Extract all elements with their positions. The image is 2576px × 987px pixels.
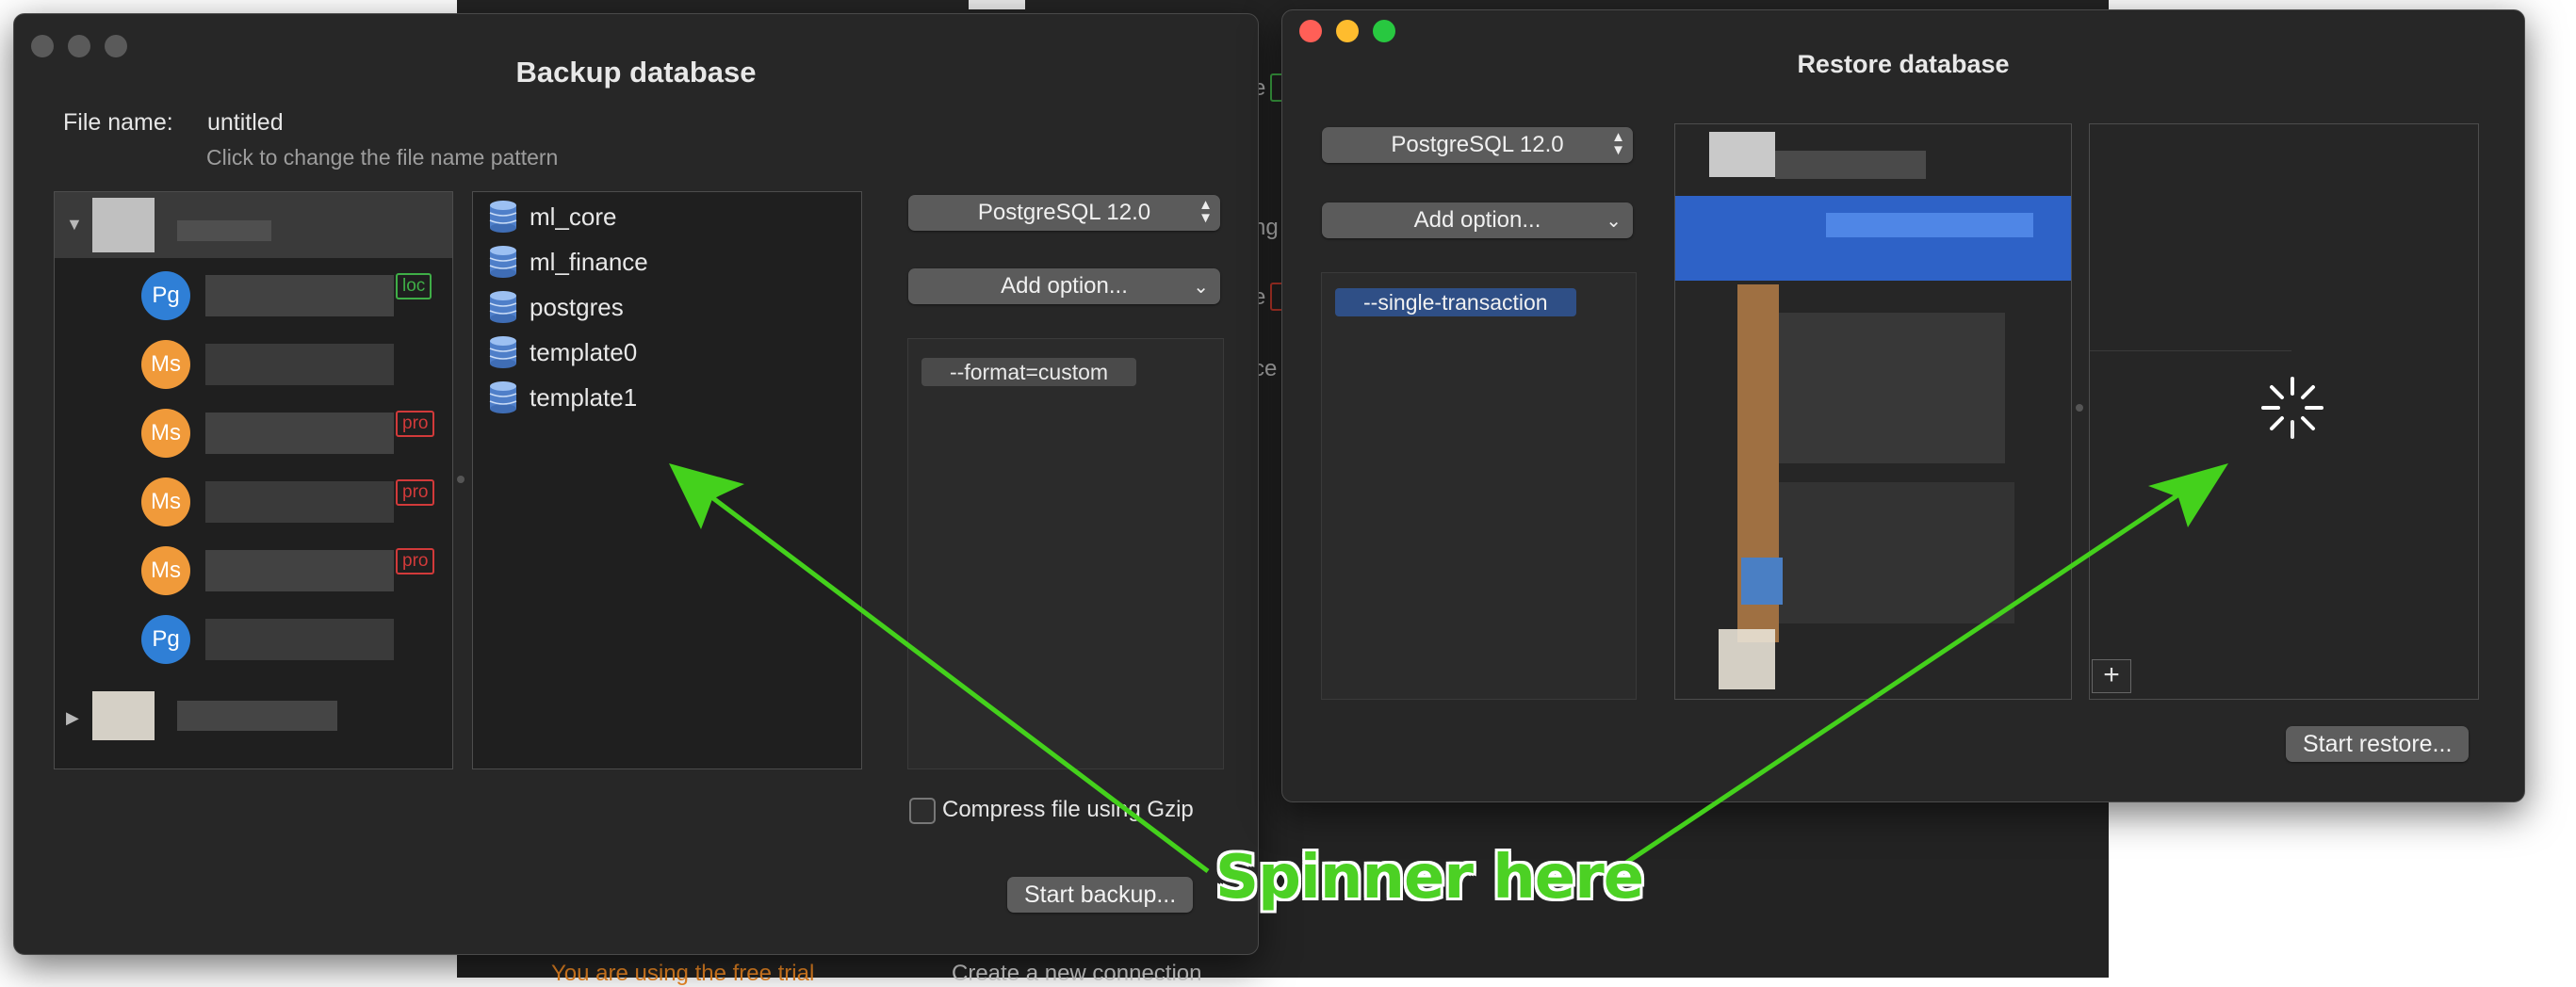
spinner-annotation-label: Spinner here	[1215, 843, 1644, 913]
annotation-arrows	[669, 463, 2228, 879]
arrow-head-right	[2148, 463, 2228, 527]
arrow-head-left	[669, 463, 744, 529]
